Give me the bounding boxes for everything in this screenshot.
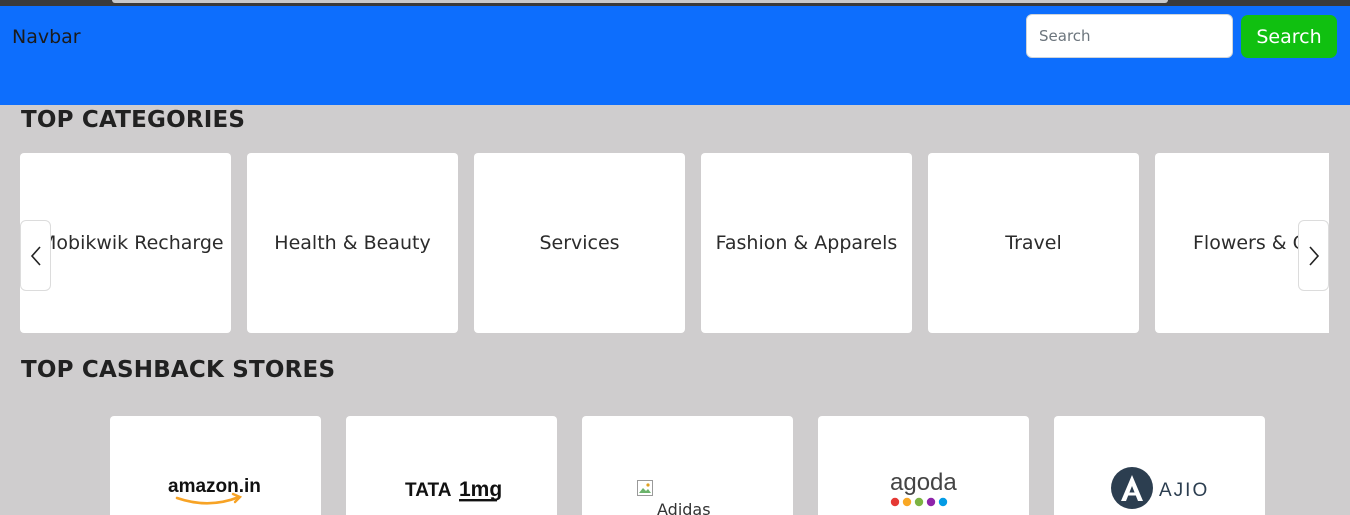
browser-url-bar[interactable] xyxy=(112,0,1168,3)
ajio-logo-text: AJIO xyxy=(1159,480,1209,501)
1mg-logo-text: 1mg xyxy=(459,478,502,501)
search-button[interactable]: Search xyxy=(1241,15,1337,58)
categories-track: Mobikwik Recharge Health & Beauty Servic… xyxy=(20,153,1329,333)
chevron-right-icon xyxy=(1308,245,1319,266)
category-label: Travel xyxy=(1005,232,1062,254)
store-card-agoda[interactable]: agoda xyxy=(818,416,1029,515)
navbar-brand[interactable]: Navbar xyxy=(12,26,81,48)
chevron-left-icon xyxy=(30,245,41,266)
broken-image-icon xyxy=(637,480,653,496)
category-label: Services xyxy=(539,232,620,254)
navbar: Navbar Search xyxy=(0,6,1350,105)
carousel-next-button[interactable] xyxy=(1298,220,1329,291)
ajio-logo: AJIO xyxy=(1111,467,1209,509)
category-card-travel[interactable]: Travel xyxy=(928,153,1139,333)
category-label: Mobikwik Recharge xyxy=(40,232,224,254)
category-card-health-beauty[interactable]: Health & Beauty xyxy=(247,153,458,333)
store-card-amazon[interactable]: amazon.in xyxy=(110,416,321,515)
store-card-adidas[interactable]: Adidas xyxy=(582,416,793,515)
category-card-mobikwik-recharge[interactable]: Mobikwik Recharge xyxy=(20,153,231,333)
adidas-alt-text: Adidas xyxy=(657,500,711,515)
top-cashback-stores-title: TOP CASHBACK STORES xyxy=(21,357,336,383)
top-categories-title: TOP CATEGORIES xyxy=(21,107,246,133)
agoda-logo-text: agoda xyxy=(890,469,957,496)
amazon-logo-text: amazon.in xyxy=(168,476,261,497)
category-label: Health & Beauty xyxy=(274,232,431,254)
store-card-tata-1mg[interactable]: TATA 1mg xyxy=(346,416,557,515)
amazon-logo: amazon.in xyxy=(168,476,261,505)
agoda-logo: agoda xyxy=(890,469,957,507)
search-input[interactable] xyxy=(1026,14,1233,58)
tata-logo-text: TATA xyxy=(405,480,452,501)
category-label: Fashion & Apparels xyxy=(715,232,898,254)
tata-1mg-logo: TATA 1mg xyxy=(405,478,502,502)
categories-carousel: Mobikwik Recharge Health & Beauty Servic… xyxy=(20,153,1329,333)
category-card-services[interactable]: Services xyxy=(474,153,685,333)
store-card-ajio[interactable]: AJIO xyxy=(1054,416,1265,515)
category-card-fashion-apparels[interactable]: Fashion & Apparels xyxy=(701,153,912,333)
carousel-prev-button[interactable] xyxy=(20,220,51,291)
